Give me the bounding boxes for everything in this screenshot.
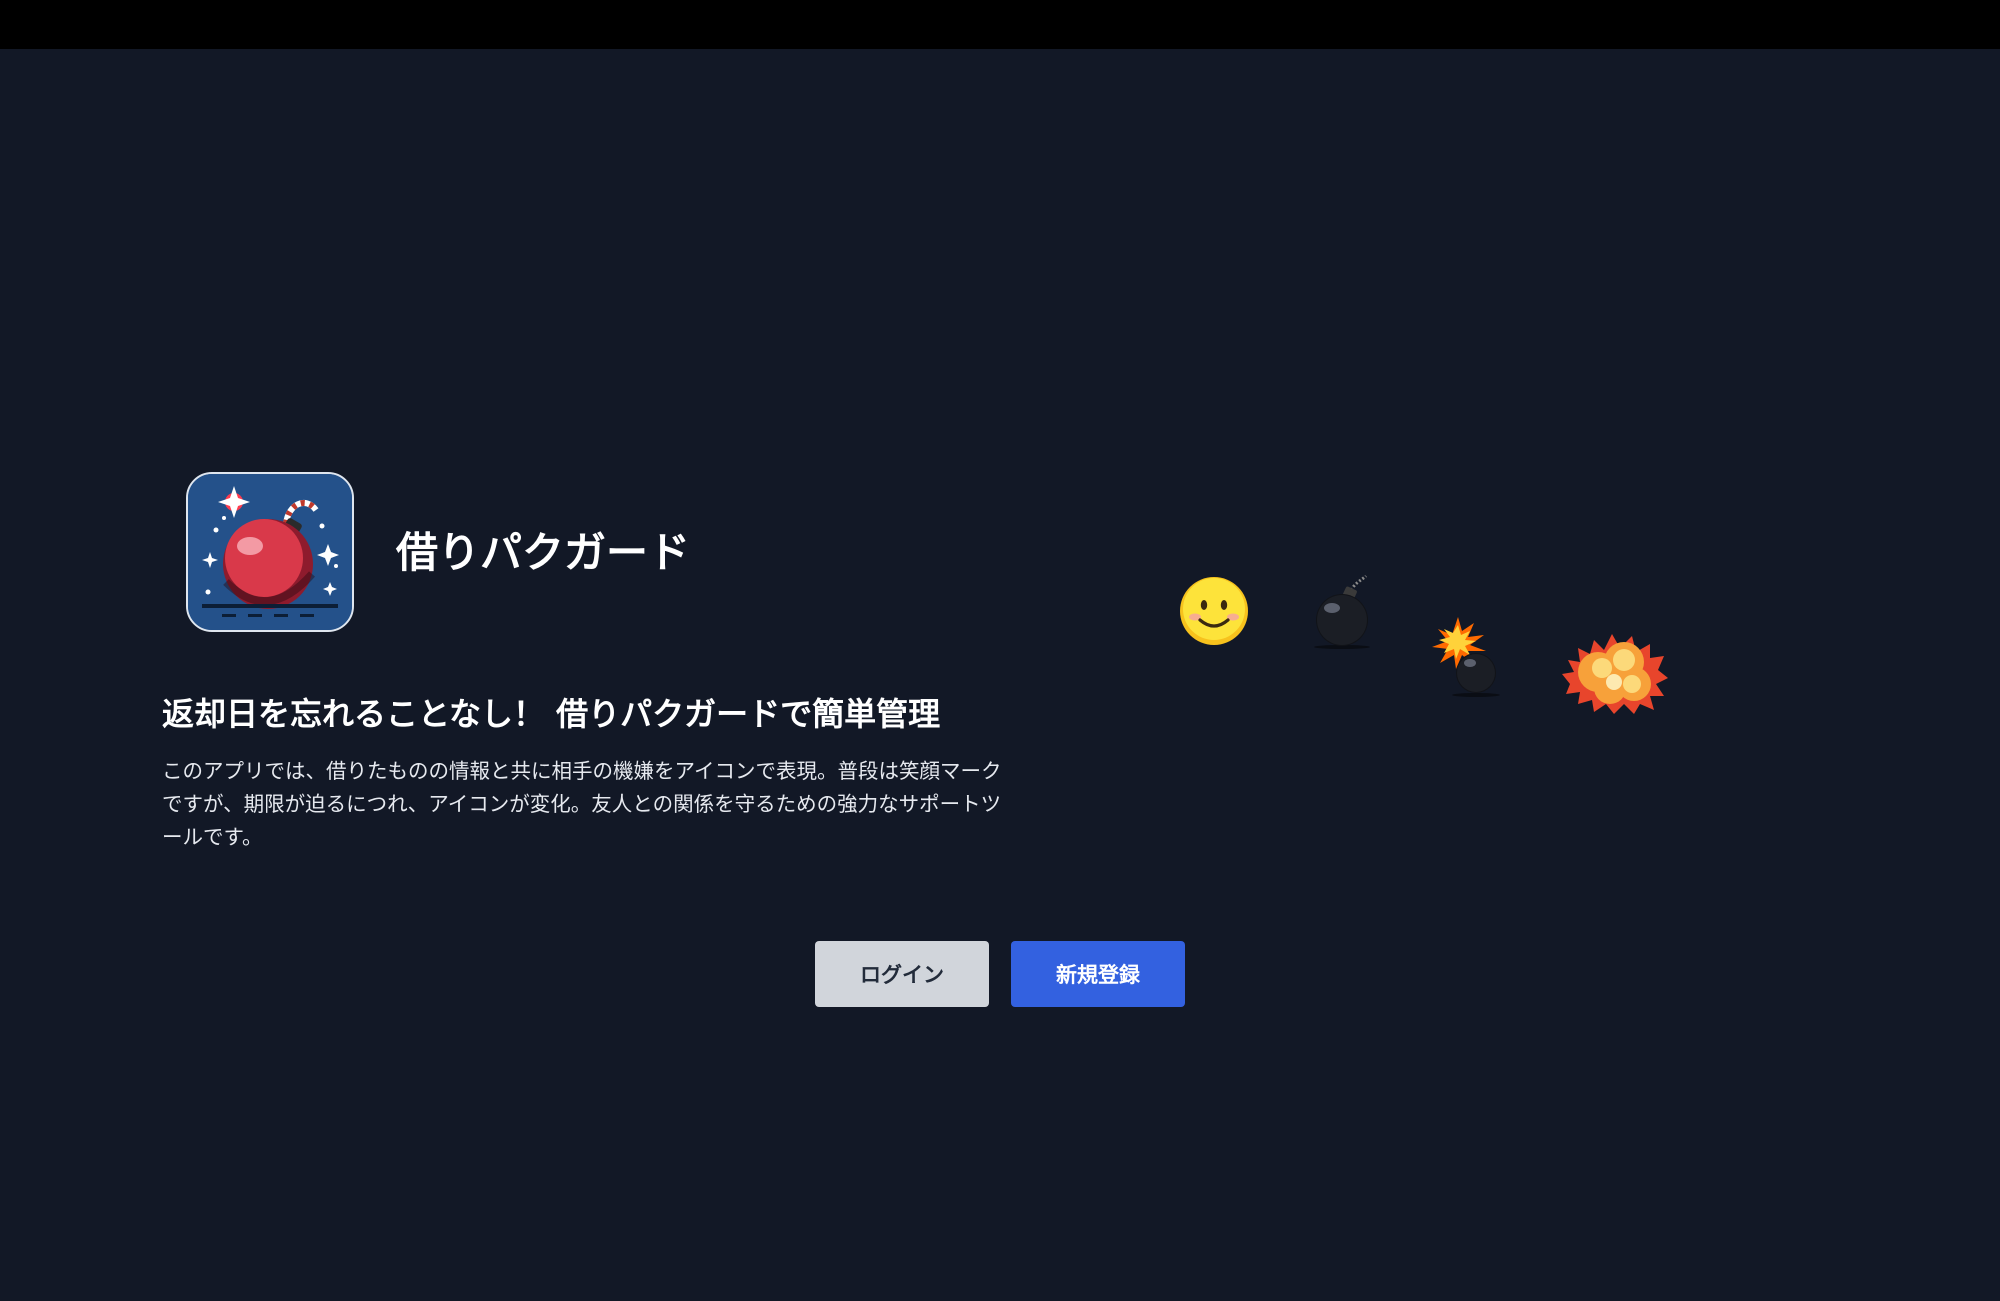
bomb-icon (1308, 574, 1384, 654)
description: このアプリでは、借りたものの情報と共に相手の機嫌をアイコンで表現。普段は笑顔マー… (162, 759, 1002, 849)
bomb-lit-fuse-icon (1430, 617, 1512, 703)
headline: 返却日を忘れることなし！ 借りパクガードで簡単管理 (162, 695, 941, 733)
explosion-icon (1562, 624, 1668, 718)
app-name: 借りパクガード (396, 528, 691, 577)
login-button[interactable]: ログイン (815, 941, 989, 1007)
landing-page: 借りパクガード 返却日を忘れることなし！ 借りパクガードで簡単管理 このアプリで… (0, 49, 2000, 1301)
top-bar (0, 0, 2000, 49)
smiley-face-icon (1178, 575, 1250, 651)
signup-button[interactable]: 新規登録 (1011, 941, 1185, 1007)
bomb-app-icon (186, 472, 354, 632)
